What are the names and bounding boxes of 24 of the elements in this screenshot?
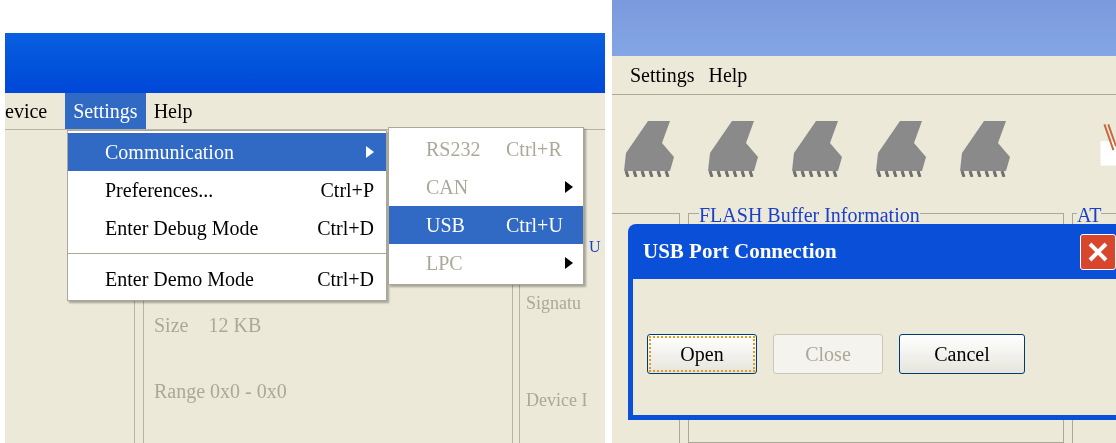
submenu-arrow-icon bbox=[565, 181, 573, 193]
range-label: Range 0x0 - 0x0 bbox=[154, 379, 288, 405]
menu-bar-item[interactable]: evice bbox=[0, 93, 66, 129]
section-heading: U bbox=[589, 237, 601, 257]
menu-bar-item[interactable]: Settings bbox=[626, 60, 699, 90]
signature-label: Signatu bbox=[526, 292, 582, 315]
menu-item[interactable]: Enter Demo Mode Ctrl+D bbox=[68, 260, 386, 298]
menu-item[interactable]: Enter Debug Mode Ctrl+D bbox=[68, 209, 386, 247]
menu-bar-item[interactable]: Settings bbox=[65, 93, 146, 129]
size-label: Size bbox=[154, 313, 189, 338]
size-value: 12 KB bbox=[208, 313, 262, 338]
menu-item[interactable]: USB Ctrl+U bbox=[389, 206, 583, 244]
submenu-arrow-icon bbox=[366, 146, 374, 158]
dialog-title: USB Port Connection bbox=[643, 237, 837, 265]
submenu-arrow-icon bbox=[565, 257, 573, 269]
device-label: Device I bbox=[526, 389, 589, 412]
close-button[interactable] bbox=[1080, 233, 1116, 270]
menu-item[interactable]: Preferences... Ctrl+P bbox=[68, 171, 386, 209]
dialog-button[interactable]: Cancel bbox=[899, 334, 1025, 374]
menu-item[interactable]: Communication bbox=[68, 133, 386, 171]
menu-bar-item[interactable]: Help bbox=[704, 60, 752, 90]
menu-bar-item[interactable]: Help bbox=[145, 93, 201, 129]
dialog-button[interactable]: Open bbox=[647, 334, 757, 374]
close-icon bbox=[1088, 241, 1108, 262]
